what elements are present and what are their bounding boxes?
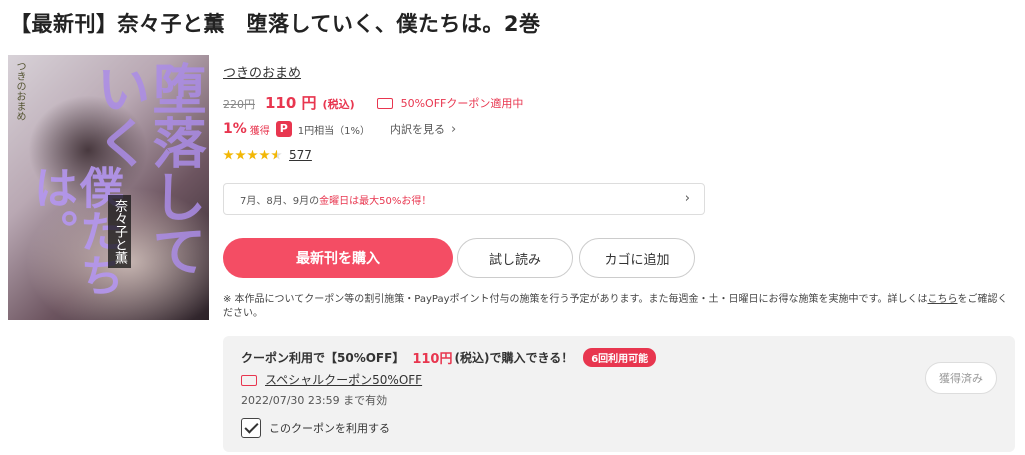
- coupon-icon: [241, 375, 257, 386]
- use-coupon-label: このクーポンを利用する: [269, 422, 390, 435]
- rating-row: 577: [223, 147, 312, 163]
- coupon-head-price: 110円: [412, 352, 453, 367]
- coupon-headline: クーポン利用で【50%OFF】 110円 (税込)で購入できる！ 6回利用可能: [241, 348, 657, 367]
- point-detail-link[interactable]: 内訳を見る: [390, 121, 445, 137]
- original-price: 220円: [223, 98, 255, 111]
- campaign-notice: ※ 本作品についてクーポン等の割引施策・PayPayポイント付与の施策を行う予定…: [223, 293, 1013, 321]
- notice-link[interactable]: こちら: [928, 294, 958, 305]
- campaign-prefix: 7月、8月、9月の: [240, 195, 320, 207]
- current-price: 110 円: [265, 94, 317, 112]
- cover-author-text: つきのおまめ: [14, 61, 25, 121]
- point-get-label: 獲得: [249, 125, 270, 137]
- trial-read-button[interactable]: 試し読み: [457, 238, 573, 278]
- use-coupon-checkbox-row[interactable]: このクーポンを利用する: [241, 418, 390, 438]
- page-title: 【最新刊】奈々子と薫 堕落していく、僕たちは。2巻: [10, 12, 541, 36]
- campaign-banner[interactable]: 7月、8月、9月の 金曜日は最大50%お得！ ›: [223, 183, 705, 215]
- buy-latest-button[interactable]: 最新刊を購入: [223, 238, 453, 278]
- campaign-highlight: 金曜日は最大50%お得！: [319, 195, 432, 207]
- chevron-right-icon[interactable]: ›: [451, 122, 456, 137]
- coupon-usage-badge: 6回利用可能: [583, 348, 657, 367]
- star-icon: [223, 149, 234, 160]
- coupon-panel: クーポン利用で【50%OFF】 110円 (税込)で購入できる！ 6回利用可能 …: [223, 336, 1015, 452]
- review-count-link[interactable]: 577: [289, 148, 312, 162]
- point-percent: 1%: [223, 121, 247, 137]
- tax-label: (税込): [322, 98, 355, 111]
- chevron-right-icon: ›: [684, 191, 690, 206]
- coupon-applied-note: 50%OFFクーポン適用中: [376, 95, 524, 111]
- coupon-head-prefix: クーポン利用で【50%OFF】: [241, 351, 405, 365]
- coupon-name-link[interactable]: スペシャルクーポン50%OFF: [265, 371, 422, 388]
- author-link[interactable]: つきのおまめ: [223, 62, 301, 81]
- price-row: 220円 110 円 (税込) 50%OFFクーポン適用中: [223, 92, 524, 112]
- coupon-applied-text: 50%OFFクーポン適用中: [400, 96, 524, 110]
- cover-title-text-2: 僕たちは。: [26, 165, 123, 297]
- point-row: 1% 獲得 P 1円相当（1%） 内訳を見る ›: [223, 120, 456, 138]
- notice-text: ※ 本作品についてクーポン等の割引施策・PayPayポイント付与の施策を行う予定…: [223, 294, 928, 305]
- paypay-point-icon: P: [275, 121, 292, 137]
- coupon-name-row[interactable]: スペシャルクーポン50%OFF: [241, 371, 422, 388]
- coupon-icon: [376, 98, 393, 109]
- point-equivalent: 1円相当（1%）: [297, 125, 371, 137]
- add-to-cart-button[interactable]: カゴに追加: [579, 238, 695, 278]
- cover-title-text: 堕落していく: [87, 61, 207, 277]
- star-icon: [247, 149, 258, 160]
- book-cover-image[interactable]: つきのおまめ 堕落していく 僕たちは。 奈々子と薫 2: [8, 55, 209, 320]
- cover-subtitle: 奈々子と薫: [108, 195, 131, 268]
- coupon-expiry: 2022/07/30 23:59 まで有効: [241, 394, 388, 407]
- coupon-acquired-button: 獲得済み: [925, 362, 997, 394]
- star-half-icon: [271, 149, 282, 160]
- star-icon: [235, 149, 246, 160]
- coupon-head-suffix: (税込)で購入できる！: [454, 351, 574, 365]
- star-icon: [259, 149, 270, 160]
- use-coupon-checkbox[interactable]: [241, 418, 261, 438]
